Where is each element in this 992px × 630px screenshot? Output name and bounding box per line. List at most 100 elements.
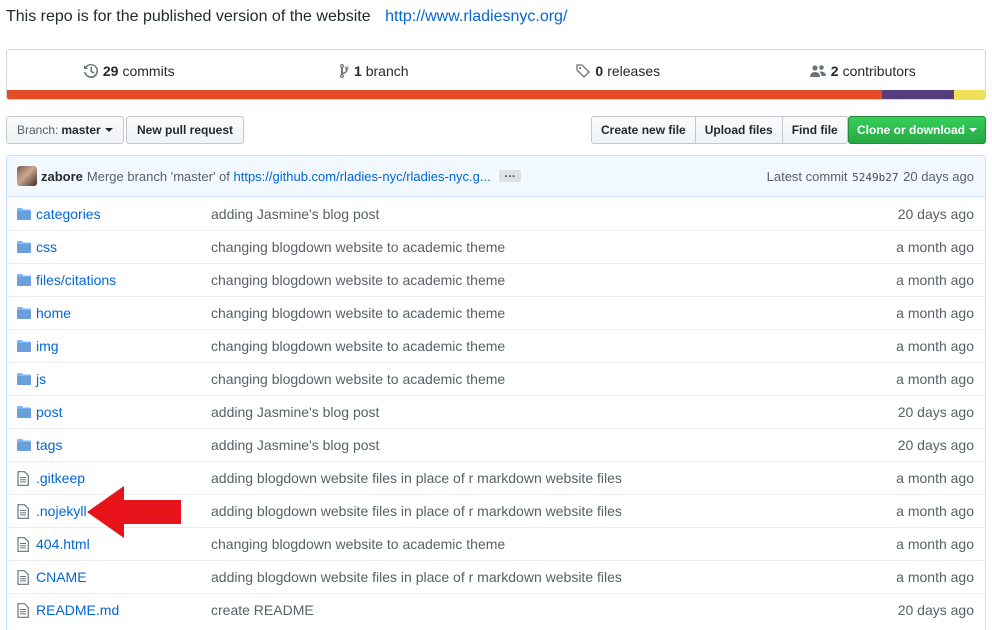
expand-commit-button[interactable]: … xyxy=(498,167,521,182)
file-name-link[interactable]: css xyxy=(35,239,211,255)
repo-summary: 29 commits 1 branch 0 releases 2 contrib… xyxy=(6,49,986,100)
file-commit-message[interactable]: changing blogdown website to academic th… xyxy=(211,338,845,354)
language-segment[interactable] xyxy=(882,90,954,99)
contributors-count: 2 xyxy=(830,63,839,79)
file-icon xyxy=(17,536,35,552)
file-icon xyxy=(17,503,35,519)
file-commit-message[interactable]: adding blogdown website files in place o… xyxy=(211,503,845,519)
releases-count: 0 xyxy=(595,63,604,79)
file-age: 20 days ago xyxy=(897,602,974,618)
avatar[interactable] xyxy=(17,166,37,186)
contributors-link[interactable]: 2 contributors xyxy=(741,63,986,79)
latest-commit-bar: zabore Merge branch 'master' of https://… xyxy=(7,156,985,197)
repo-description: This repo is for the published version o… xyxy=(6,8,567,26)
file-browser: zabore Merge branch 'master' of https://… xyxy=(6,155,986,630)
file-commit-message[interactable]: changing blogdown website to academic th… xyxy=(211,239,845,255)
file-name-link[interactable]: tags xyxy=(35,437,211,453)
file-age: a month ago xyxy=(896,239,974,255)
new-pull-request-button[interactable]: New pull request xyxy=(126,116,245,144)
history-icon xyxy=(83,63,98,78)
file-name-link[interactable]: 404.html xyxy=(35,536,211,552)
folder-icon xyxy=(17,307,35,319)
file-icon xyxy=(17,569,35,585)
commit-message-link[interactable]: https://github.com/rladies-nyc/rladies-n… xyxy=(234,169,491,184)
red-arrow-icon xyxy=(87,486,181,538)
file-commit-message[interactable]: create README xyxy=(211,602,845,618)
branches-label: branch xyxy=(365,63,409,79)
file-age: 20 days ago xyxy=(897,205,974,222)
commit-age: 20 days ago xyxy=(903,168,974,184)
tag-icon xyxy=(576,64,591,78)
folder-icon xyxy=(17,241,35,253)
upload-files-button[interactable]: Upload files xyxy=(694,116,783,144)
file-age: 20 days ago xyxy=(897,437,974,453)
people-icon xyxy=(809,65,826,77)
file-name-link[interactable]: js xyxy=(35,371,211,387)
file-commit-message[interactable]: changing blogdown website to academic th… xyxy=(211,272,845,288)
commits-link[interactable]: 29 commits xyxy=(7,63,252,79)
file-row: README.md create README 20 days ago xyxy=(7,593,985,626)
latest-commit-label: Latest commit xyxy=(766,168,848,184)
file-name-link[interactable]: post xyxy=(35,404,211,420)
file-age: a month ago xyxy=(896,338,974,354)
file-commit-message[interactable]: changing blogdown website to academic th… xyxy=(211,536,845,552)
file-name-link[interactable]: .gitkeep xyxy=(35,470,211,486)
branch-icon xyxy=(339,63,349,79)
commit-message: Merge branch 'master' of https://github.… xyxy=(87,169,491,184)
branch-select-button[interactable]: Branch: master xyxy=(6,116,124,144)
file-commit-message[interactable]: adding blogdown website files in place o… xyxy=(211,569,845,585)
folder-icon xyxy=(17,439,35,451)
find-file-button[interactable]: Find file xyxy=(781,116,848,144)
language-segment[interactable] xyxy=(7,90,883,99)
contributors-label: contributors xyxy=(842,63,916,79)
branch-prefix: Branch: xyxy=(17,123,59,137)
file-name-link[interactable]: files/citations xyxy=(35,272,211,288)
repo-description-text: This repo is for the published version o… xyxy=(6,8,371,25)
file-row: CNAME adding blogdown website files in pl… xyxy=(7,560,985,593)
file-list: categories adding Jasmine's blog post 20 d… xyxy=(7,197,985,626)
file-commit-message[interactable]: adding blogdown website files in place o… xyxy=(211,470,845,486)
file-name-link[interactable]: CNAME xyxy=(35,569,211,585)
file-commit-message[interactable]: adding Jasmine's blog post xyxy=(211,404,845,420)
commit-message-text: Merge branch 'master' of xyxy=(86,168,230,184)
file-row: css changing blogdown website to academic… xyxy=(7,230,985,263)
file-row: tags adding Jasmine's blog post 20 days ag… xyxy=(7,428,985,461)
folder-icon xyxy=(17,274,35,286)
commit-sha[interactable]: 5249b27 xyxy=(852,171,898,184)
chevron-down-icon xyxy=(969,128,977,132)
file-row: files/citations changing blogdown website… xyxy=(7,263,985,296)
file-age: a month ago xyxy=(896,470,974,486)
file-age: a month ago xyxy=(896,371,974,387)
file-row: img changing blogdown website to academic… xyxy=(7,329,985,362)
file-commit-message[interactable]: changing blogdown website to academic th… xyxy=(211,305,845,321)
file-row: categories adding Jasmine's blog post 20 d… xyxy=(7,197,985,230)
file-age: 20 days ago xyxy=(897,404,974,420)
create-new-file-button[interactable]: Create new file xyxy=(591,116,696,144)
file-row: js changing blogdown website to academic … xyxy=(7,362,985,395)
commits-label: commits xyxy=(122,63,175,79)
clone-download-button[interactable]: Clone or download xyxy=(848,116,986,144)
file-name-link[interactable]: categories xyxy=(35,206,211,222)
folder-icon xyxy=(17,373,35,385)
branch-name: master xyxy=(61,123,101,137)
releases-link[interactable]: 0 releases xyxy=(496,63,741,79)
file-name-link[interactable]: README.md xyxy=(35,602,211,618)
language-bar[interactable] xyxy=(7,90,985,99)
latest-commit-info: Latest commit 5249b27 20 days ago xyxy=(767,169,974,184)
file-commit-message[interactable]: adding Jasmine's blog post xyxy=(211,437,845,453)
file-commit-message[interactable]: changing blogdown website to academic th… xyxy=(211,371,845,387)
file-row: home changing blogdown website to academi… xyxy=(7,296,985,329)
website-link[interactable]: http://www.rladiesnyc.org/ xyxy=(385,8,567,25)
commits-count: 29 xyxy=(102,63,119,79)
commit-author[interactable]: zabore xyxy=(41,169,83,184)
file-name-link[interactable]: home xyxy=(35,305,211,321)
file-age: a month ago xyxy=(896,536,974,552)
folder-icon xyxy=(17,340,35,352)
file-name-link[interactable]: img xyxy=(35,338,211,354)
branches-link[interactable]: 1 branch xyxy=(252,63,497,79)
file-age: a month ago xyxy=(896,503,974,519)
clone-download-label: Clone or download xyxy=(857,123,965,137)
language-segment[interactable] xyxy=(953,90,985,99)
file-commit-message[interactable]: adding Jasmine's blog post xyxy=(211,206,845,222)
chevron-down-icon xyxy=(104,128,113,132)
